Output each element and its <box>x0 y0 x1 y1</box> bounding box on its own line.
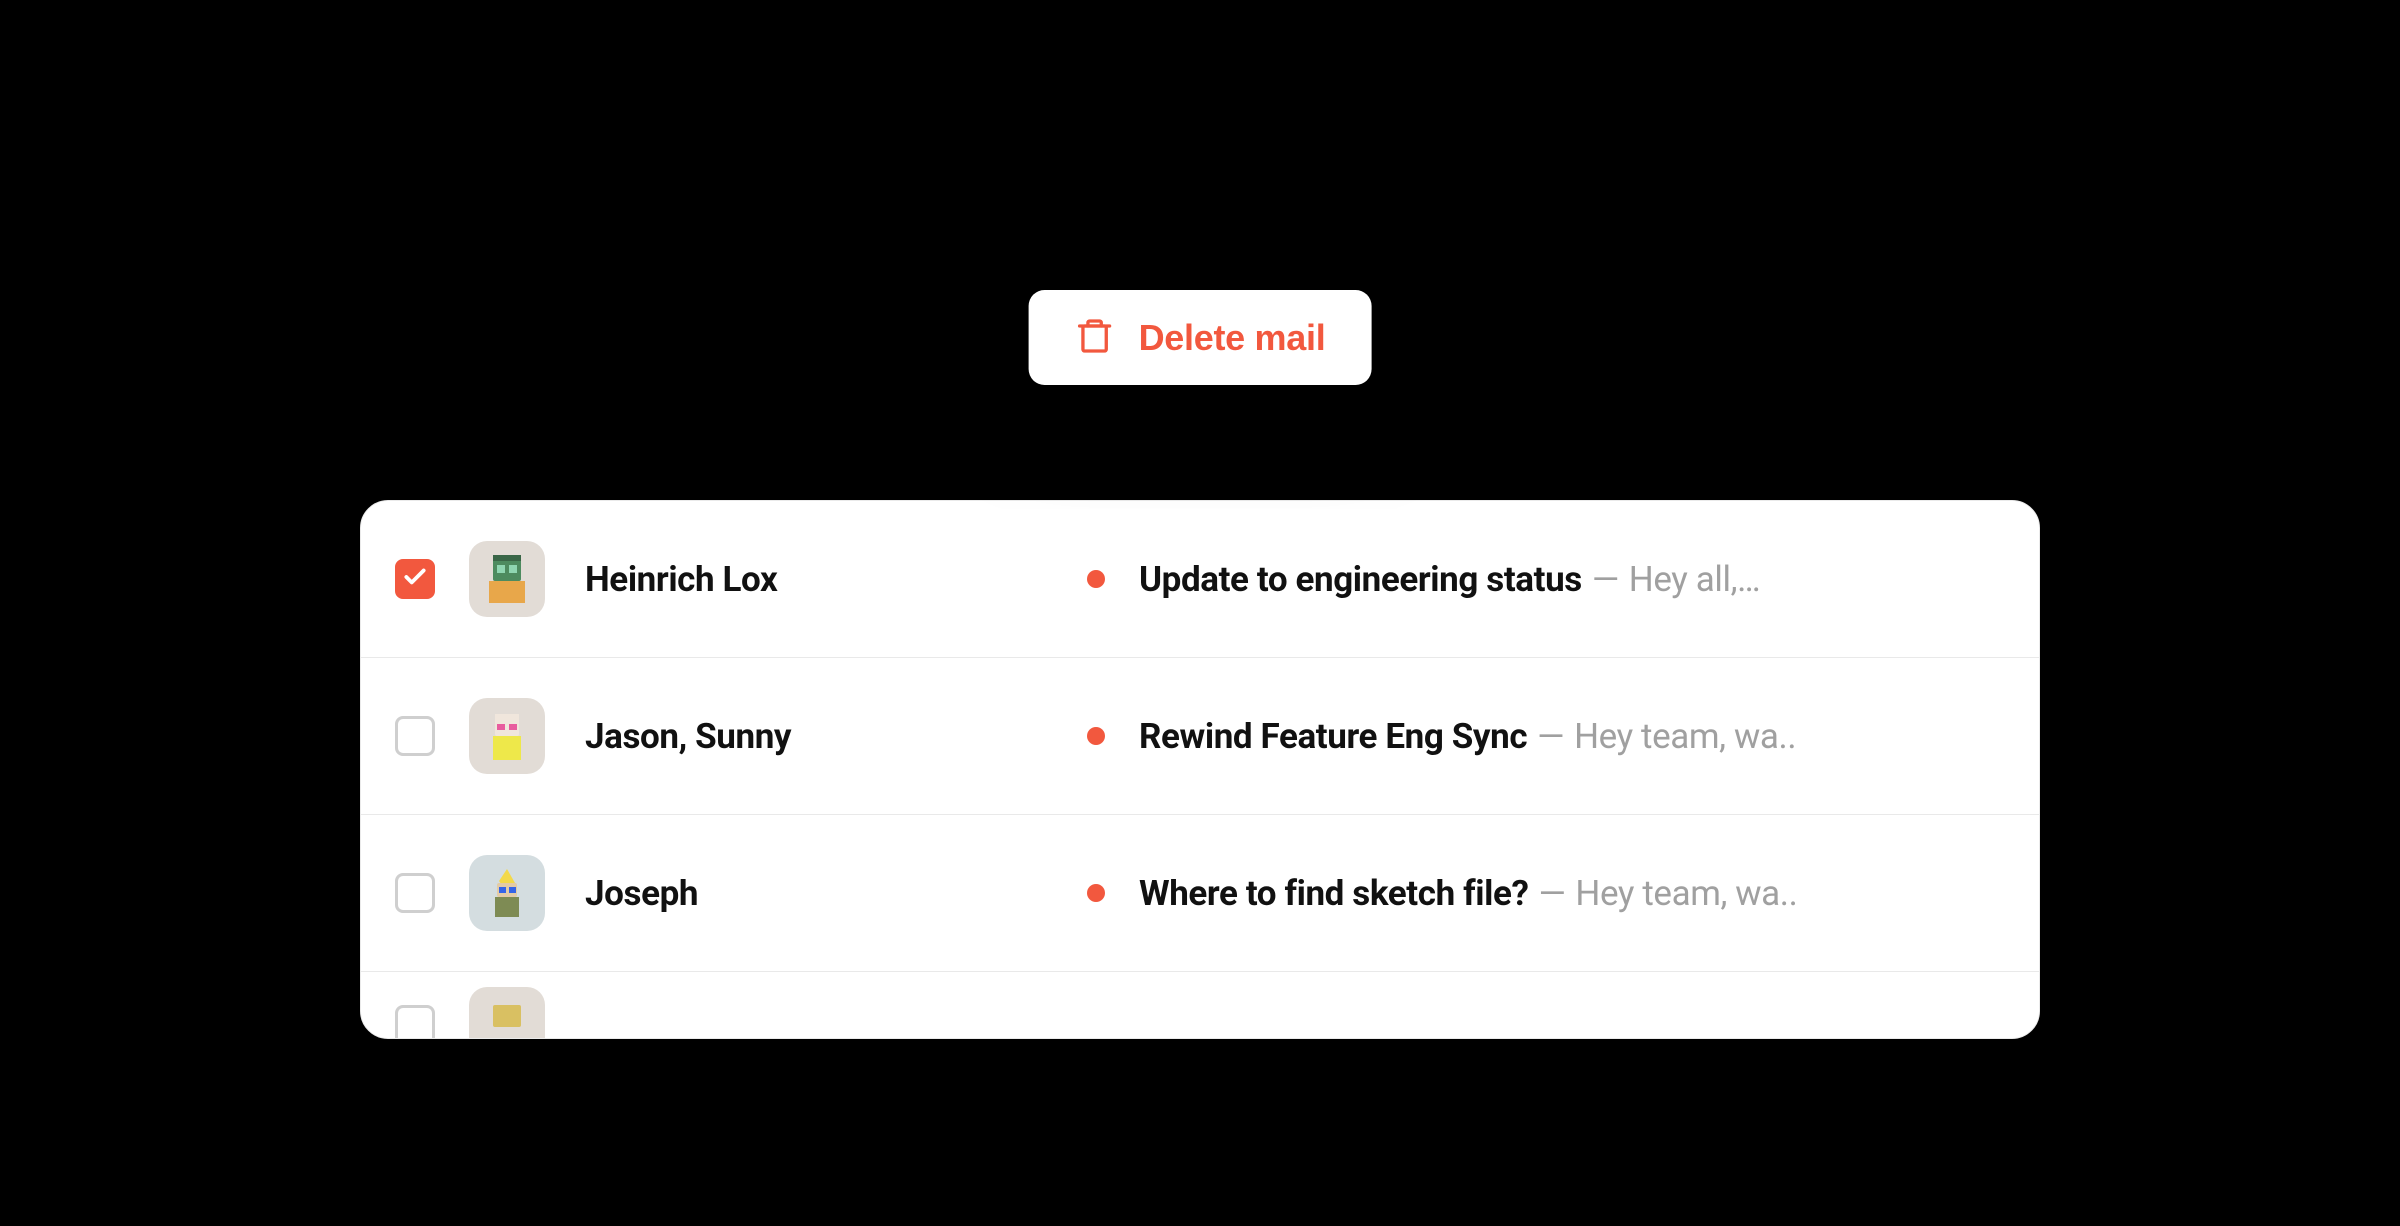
separator: — <box>1592 559 1619 600</box>
sender-name: Heinrich Lox <box>575 559 1035 600</box>
unread-dot-icon <box>1087 570 1105 588</box>
separator: — <box>1538 873 1565 914</box>
separator: — <box>1537 716 1564 757</box>
preview-text: Hey team, wa.. <box>1574 716 1796 757</box>
avatar <box>469 698 545 774</box>
preview-text: Hey all,… <box>1629 559 1760 600</box>
checkmark-icon <box>402 564 428 594</box>
mail-list-panel: Heinrich Lox Update to engineering statu… <box>360 500 2040 1039</box>
preview-text: Hey team, wa.. <box>1575 873 1797 914</box>
subject-line: Update to engineering status — Hey all,… <box>1139 559 1760 600</box>
delete-mail-label: Delete mail <box>1139 317 1326 359</box>
sender-name: Jason, Sunny <box>575 716 1035 757</box>
avatar <box>469 987 545 1038</box>
mail-row[interactable]: Heinrich Lox Update to engineering statu… <box>361 501 2039 658</box>
trash-icon <box>1075 316 1115 359</box>
subject-line: Rewind Feature Eng Sync — Hey team, wa.. <box>1139 716 1796 757</box>
avatar <box>469 541 545 617</box>
delete-mail-button[interactable]: Delete mail <box>1029 290 1372 385</box>
mail-row[interactable]: Jason, Sunny Rewind Feature Eng Sync — H… <box>361 658 2039 815</box>
mail-row[interactable] <box>361 972 2039 1038</box>
subject-text: Update to engineering status <box>1139 559 1582 600</box>
sender-name: Joseph <box>575 873 1035 914</box>
subject-text: Where to find sketch file? <box>1139 873 1528 914</box>
avatar <box>469 855 545 931</box>
row-checkbox[interactable] <box>395 559 435 599</box>
row-checkbox[interactable] <box>395 716 435 756</box>
unread-dot-icon <box>1087 884 1105 902</box>
mail-row[interactable]: Joseph Where to find sketch file? — Hey … <box>361 815 2039 972</box>
unread-dot-icon <box>1087 727 1105 745</box>
subject-text: Rewind Feature Eng Sync <box>1139 716 1527 757</box>
subject-line: Where to find sketch file? — Hey team, w… <box>1139 873 1797 914</box>
row-checkbox[interactable] <box>395 1005 435 1038</box>
row-checkbox[interactable] <box>395 873 435 913</box>
